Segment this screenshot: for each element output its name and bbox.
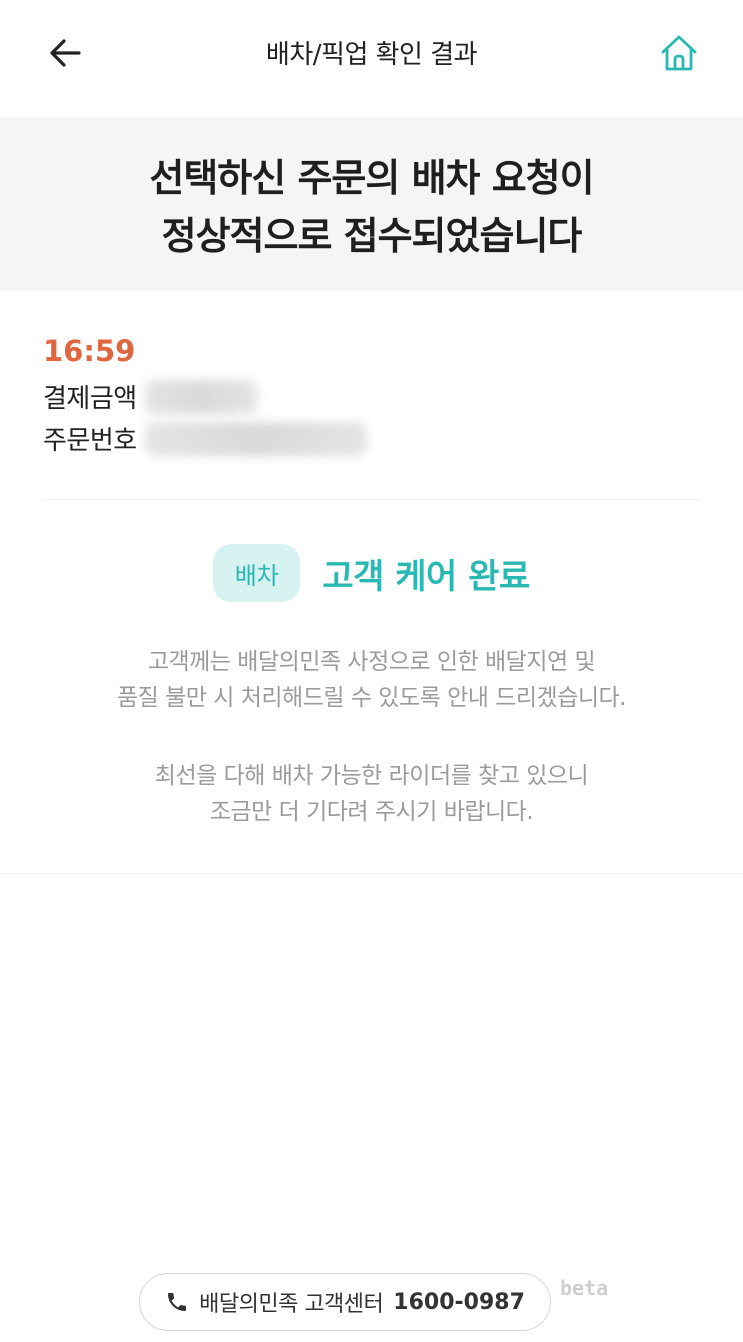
- order-number-value-blurred: [144, 421, 367, 456]
- page-title: 배차/픽업 확인 결과: [265, 40, 478, 70]
- banner-title: 선택하신 주문의 배차 요청이 정상적으로 접수되었습니다: [0, 149, 743, 265]
- order-number-row: 주문번호: [43, 420, 367, 457]
- payment-amount-row: 결제금액: [43, 378, 257, 415]
- home-button[interactable]: [652, 28, 706, 78]
- customer-center-number: 1600-0987: [393, 1289, 525, 1315]
- description-line: 고객께는 배달의민족 사정으로 인한 배달지연 및: [147, 649, 596, 675]
- status-badge: 배차: [213, 544, 301, 602]
- description-line: 조금만 더 기다려 주시기 바랍니다.: [209, 799, 534, 825]
- description-paragraph-2: 최선을 다해 배차 가능한 라이더를 찾고 있으니 조금만 더 기다려 주시기 …: [0, 758, 743, 830]
- description-paragraph-1: 고객께는 배달의민족 사정으로 인한 배달지연 및 품질 불만 시 처리해드릴 …: [0, 644, 743, 716]
- status-section: 배차 고객 케어 완료: [0, 544, 743, 602]
- banner-title-line1: 선택하신 주문의 배차 요청이: [149, 156, 594, 200]
- beta-label: beta: [560, 1276, 609, 1300]
- customer-center-label: 배달의민족 고객센터: [199, 1292, 384, 1317]
- home-icon: [661, 35, 697, 71]
- result-banner: 선택하신 주문의 배차 요청이 정상적으로 접수되었습니다: [0, 117, 743, 291]
- banner-title-line2: 정상적으로 접수되었습니다: [161, 214, 583, 258]
- description-line: 최선을 다해 배차 가능한 라이더를 찾고 있으니: [154, 763, 589, 789]
- payment-amount-label: 결제금액: [43, 384, 137, 414]
- customer-center-call-button[interactable]: 배달의민족 고객센터 1600-0987: [139, 1273, 551, 1331]
- order-time: 16:59: [43, 334, 136, 368]
- status-text: 고객 케어 완료: [322, 556, 530, 597]
- order-number-label: 주문번호: [43, 426, 137, 456]
- phone-icon: [168, 1293, 187, 1311]
- divider: [43, 499, 700, 500]
- description-line: 품질 불만 시 처리해드릴 수 있도록 안내 드리겠습니다.: [116, 685, 627, 711]
- app-header: 배차/픽업 확인 결과: [0, 0, 743, 117]
- payment-amount-value-blurred: [144, 379, 257, 414]
- divider: [0, 873, 743, 874]
